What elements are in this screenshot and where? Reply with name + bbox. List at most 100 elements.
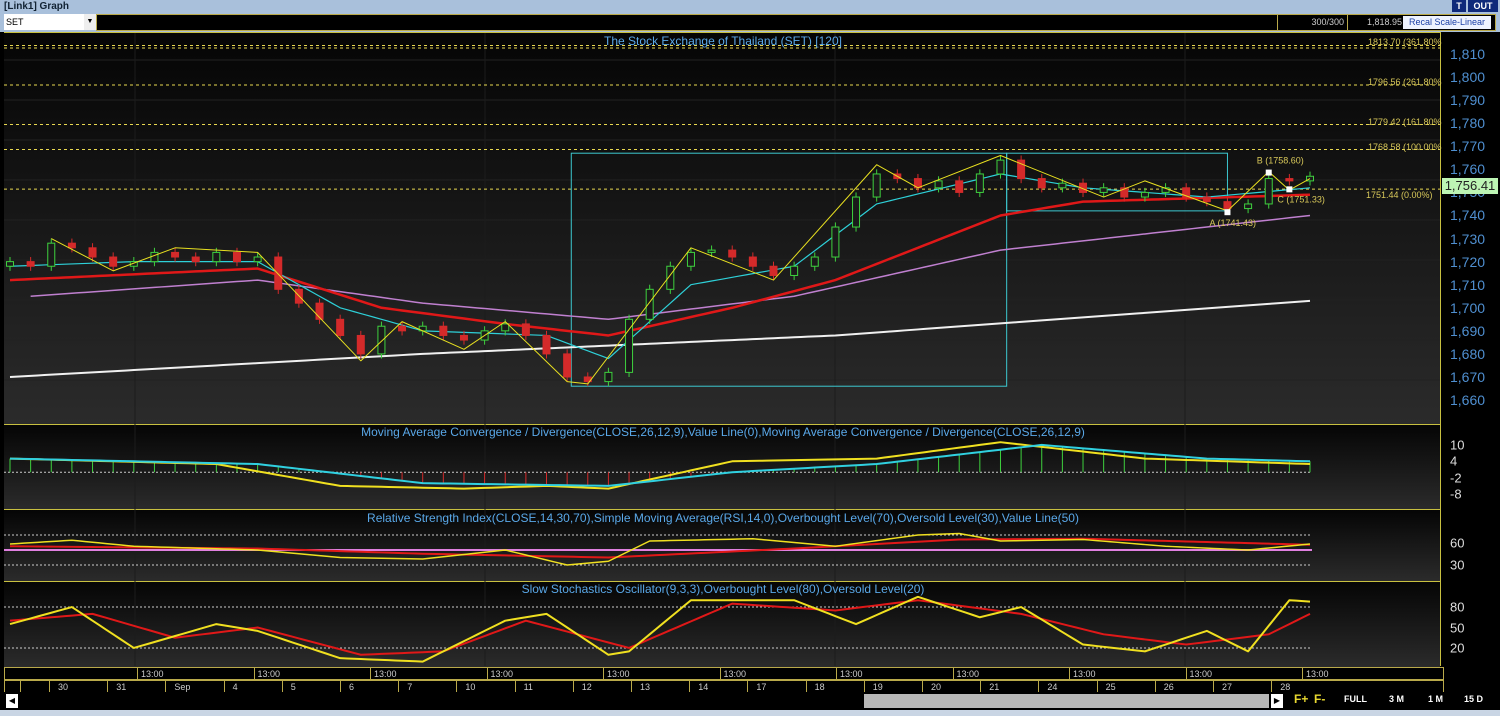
candle-body bbox=[686, 251, 695, 267]
candle-body bbox=[459, 334, 468, 341]
candle-body bbox=[790, 265, 799, 276]
scroll-left-button[interactable]: ◀ bbox=[6, 694, 18, 708]
time-label: 13:00 bbox=[1069, 668, 1096, 680]
price-tick: 1,780 bbox=[1450, 115, 1486, 132]
rsi-tick: 30 bbox=[1450, 557, 1465, 573]
stoch-title: Slow Stochastics Oscillator(9,3,3),Overb… bbox=[521, 582, 925, 596]
macd-tick: -2 bbox=[1450, 470, 1462, 486]
scroll-right-button[interactable]: ▶ bbox=[1271, 694, 1283, 708]
stoch-tick: 80 bbox=[1450, 599, 1465, 615]
candle-body bbox=[955, 180, 964, 193]
candle-body bbox=[625, 318, 634, 373]
candle-body bbox=[707, 249, 716, 253]
candle-body bbox=[26, 261, 35, 267]
time-label: 13:00 bbox=[253, 668, 280, 680]
candle-body bbox=[996, 159, 1005, 175]
price-tick: 1,800 bbox=[1450, 69, 1486, 86]
macd-tick: 4 bbox=[1450, 453, 1458, 469]
macd-signal-line bbox=[9, 443, 1311, 487]
time-label: 13:00 bbox=[486, 668, 513, 680]
fib-label: 1751.44 (0.00%) bbox=[1366, 190, 1433, 201]
scroll-area: ◀ ▶ F+ F- FULL 3 M 1 M 15 D bbox=[4, 692, 1496, 710]
candle-body bbox=[810, 256, 819, 267]
chart-plot[interactable]: A (1741.43) B (1758.60) C (1751.33) bbox=[0, 0, 1440, 670]
out-button[interactable]: OUT bbox=[1468, 0, 1498, 12]
time-label: 13:00 bbox=[836, 668, 863, 680]
fib-label: 1796.56 (261.80% bbox=[1368, 77, 1442, 87]
time-label: 13:00 bbox=[719, 668, 746, 680]
time-label: 13:00 bbox=[137, 668, 164, 680]
price-tick: 1,690 bbox=[1450, 322, 1486, 339]
rsi-tick: 60 bbox=[1450, 535, 1465, 550]
15d-range-button[interactable]: 15 D bbox=[1464, 694, 1483, 704]
candle-body bbox=[1140, 191, 1149, 198]
zoom-out-button[interactable]: F- bbox=[1314, 692, 1325, 706]
scrollbar-thumb[interactable] bbox=[864, 694, 1269, 708]
candle-body bbox=[975, 173, 984, 193]
candle-body bbox=[872, 173, 881, 198]
candle-body bbox=[274, 256, 283, 290]
candle-body bbox=[212, 251, 221, 263]
candle-body bbox=[47, 242, 56, 267]
stoch-tick: 50 bbox=[1450, 620, 1465, 635]
candle-body bbox=[150, 251, 159, 263]
price-tick: 1,760 bbox=[1450, 161, 1486, 178]
zoom-in-button[interactable]: F+ bbox=[1294, 692, 1308, 706]
stoch-k-line bbox=[9, 595, 1311, 663]
t-button[interactable]: T bbox=[1452, 0, 1466, 12]
pivot-label: A (1741.43) bbox=[1209, 218, 1256, 228]
candle-body bbox=[6, 261, 14, 267]
candle-body bbox=[253, 256, 262, 263]
candle-body bbox=[109, 256, 118, 267]
candle-body bbox=[521, 323, 530, 336]
candle-body bbox=[336, 318, 345, 336]
price-tick: 1,660 bbox=[1450, 392, 1486, 409]
candle-body bbox=[88, 247, 97, 258]
price-tick: 1,790 bbox=[1450, 92, 1486, 109]
price-tick: 1,740 bbox=[1450, 207, 1486, 224]
fib-label: 1813.70 (361.80% bbox=[1368, 37, 1442, 48]
candle-body bbox=[542, 334, 551, 355]
candle-body bbox=[1285, 178, 1294, 182]
price-tick: 1,810 bbox=[1450, 46, 1486, 62]
candle-body bbox=[645, 288, 654, 320]
price-tick: 1,670 bbox=[1450, 368, 1486, 385]
full-range-button[interactable]: FULL bbox=[1344, 694, 1367, 704]
macd-title: Moving Average Convergence / Divergence(… bbox=[361, 425, 1085, 439]
time-axis: 13:00 13:00 13:00 13:00 13:00 13:00 13:00 13:00… bbox=[4, 667, 1444, 680]
macd-tick: -8 bbox=[1450, 486, 1462, 502]
price-tick: 1,770 bbox=[1450, 138, 1486, 155]
time-label: 13:00 bbox=[370, 668, 397, 680]
time-label: 13:00 bbox=[603, 668, 630, 680]
candle-body bbox=[439, 325, 448, 336]
macd-tick: 10 bbox=[1450, 437, 1465, 453]
price-chart-title: The Stock Exchange of Thailand (SET) [12… bbox=[604, 34, 842, 48]
candle-body bbox=[1244, 203, 1253, 210]
candle-body bbox=[1223, 201, 1232, 210]
candle-body bbox=[563, 353, 572, 378]
candle-body bbox=[1037, 178, 1046, 189]
pivot-label: C (1751.33) bbox=[1277, 194, 1325, 204]
3m-range-button[interactable]: 3 M bbox=[1389, 694, 1404, 704]
pivot-label: B (1758.60) bbox=[1257, 156, 1304, 166]
candle-body bbox=[67, 242, 76, 249]
candle-body bbox=[748, 256, 757, 267]
candle-body bbox=[171, 251, 180, 258]
candle-body bbox=[769, 265, 778, 276]
candle-body bbox=[934, 180, 943, 189]
pivot-marker bbox=[1224, 209, 1231, 216]
price-tick: 1,730 bbox=[1450, 230, 1486, 247]
candle-body bbox=[604, 371, 613, 383]
pivot-marker bbox=[1265, 169, 1272, 176]
candle-body bbox=[356, 334, 365, 355]
1m-range-button[interactable]: 1 M bbox=[1428, 694, 1443, 704]
fib-label: 1768.58 (100.00% bbox=[1368, 141, 1442, 152]
candle-body bbox=[1058, 182, 1067, 189]
time-label: 13:00 bbox=[952, 668, 979, 680]
candle-body bbox=[501, 323, 510, 332]
candle-body bbox=[1202, 196, 1211, 203]
rsi-title: Relative Strength Index(CLOSE,14,30,70),… bbox=[367, 511, 1079, 525]
fib-label: 1779.42 (161.80% bbox=[1368, 116, 1442, 127]
candle-body bbox=[1099, 187, 1108, 193]
price-tick: 1,720 bbox=[1450, 253, 1486, 270]
